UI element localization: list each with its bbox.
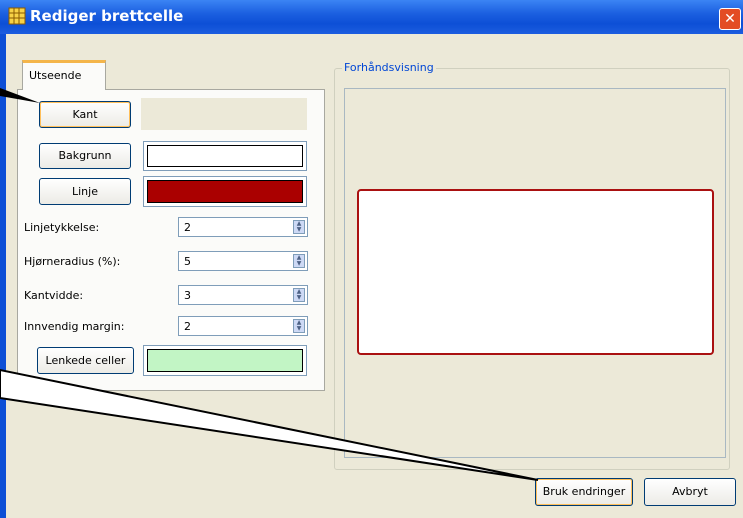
- callout-pointers: [0, 88, 539, 481]
- callout-arrow-apply: [0, 368, 539, 481]
- callout-arrow-kant: [0, 88, 40, 103]
